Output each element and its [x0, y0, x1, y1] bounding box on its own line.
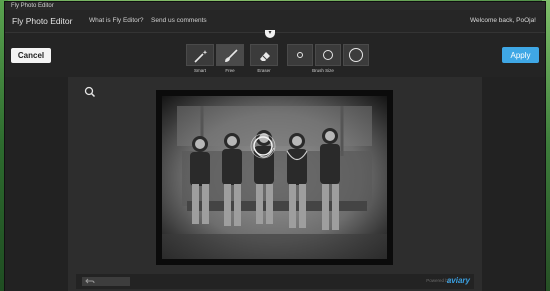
- brush-size-medium[interactable]: [315, 44, 341, 66]
- brush-medium-icon: [323, 50, 333, 60]
- welcome-message: Welcome back, PoOja!: [470, 17, 536, 24]
- magic-wand-icon: [194, 50, 208, 63]
- undo-button[interactable]: [82, 277, 130, 286]
- sidebar-right: [482, 77, 545, 291]
- apply-button[interactable]: Apply: [502, 47, 539, 63]
- aviary-logo[interactable]: aviary: [447, 276, 470, 285]
- group-photo-illustration: [162, 106, 387, 259]
- tool-eraser-label: Eraser: [257, 68, 271, 73]
- nav-link-send-comments[interactable]: Send us comments: [151, 17, 207, 24]
- toolbar: Cancel Smart Free Eraser Brush Size Appl…: [5, 33, 545, 77]
- tool-free[interactable]: [216, 44, 244, 66]
- brush-small-icon: [297, 52, 303, 58]
- app-header: Fly Photo Editor What is Fly Editor? Sen…: [5, 10, 545, 33]
- zoom-icon[interactable]: [84, 86, 96, 98]
- app-window: Fly Photo Editor Fly Photo Editor What i…: [5, 2, 545, 291]
- photo-preview[interactable]: [156, 90, 393, 265]
- nav-link-what-is[interactable]: What is Fly Editor?: [89, 17, 144, 24]
- canvas-footer: Powered by aviary: [76, 274, 474, 289]
- eraser-icon: [260, 52, 270, 61]
- brush-large-icon: [349, 48, 363, 62]
- undo-icon: [85, 278, 95, 284]
- brush-size-small[interactable]: [287, 44, 313, 66]
- tool-eraser[interactable]: [250, 44, 278, 66]
- brush-size-label: Brush Size: [312, 68, 334, 73]
- photo-image: [162, 96, 387, 259]
- editor-canvas[interactable]: Powered by aviary: [68, 77, 482, 291]
- window-title: Fly Photo Editor: [5, 2, 545, 10]
- brush-size-large[interactable]: [343, 44, 369, 66]
- app-name: Fly Photo Editor: [12, 16, 73, 26]
- chevron-down-icon: ▾: [268, 30, 272, 36]
- cancel-button[interactable]: Cancel: [11, 48, 51, 63]
- sidebar-left: [5, 77, 68, 291]
- brush-icon: [225, 49, 238, 62]
- tool-smart[interactable]: [186, 44, 214, 66]
